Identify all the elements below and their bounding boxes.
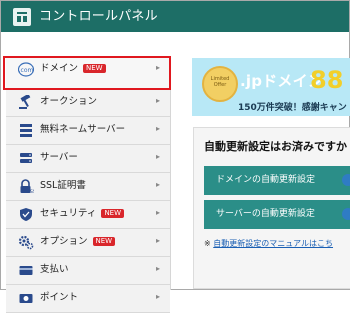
chevron-right-icon: ▸ (155, 124, 160, 133)
selection-highlight (3, 56, 171, 90)
server-auto-renew-button[interactable]: サーバーの自動更新設定 (204, 200, 350, 229)
sidebar-item-options[interactable]: オプション NEW ▸ (6, 229, 170, 257)
plus-icon (342, 208, 350, 220)
chevron-right-icon: ▸ (155, 96, 160, 105)
card-icon (19, 266, 33, 275)
auto-renew-panel: 自動更新設定はお済みですか ドメインの自動更新設定 サーバーの自動更新設定 ※ … (193, 127, 350, 289)
lock-icon: SSL (20, 179, 34, 194)
chevron-right-icon: ▸ (155, 236, 160, 245)
new-badge: NEW (92, 237, 116, 246)
control-panel-icon (13, 8, 31, 26)
gavel-icon (19, 95, 31, 109)
page-title: コントロールパネル (39, 9, 158, 24)
plus-icon (342, 174, 350, 186)
server-stack-icon (20, 124, 32, 137)
sidebar-item-free-nameserver[interactable]: 無料ネームサーバー ▸ (6, 117, 170, 145)
svg-text:SSL: SSL (30, 189, 34, 194)
chevron-right-icon: ▸ (155, 292, 160, 301)
points-icon (19, 294, 33, 303)
sidebar-item-payment[interactable]: 支払い ▸ (6, 257, 170, 285)
manual-link[interactable]: 自動更新設定のマニュアルはこち (213, 239, 333, 248)
server-icon (20, 153, 32, 163)
banner-subtitle: 150万件突破！感謝キャン (238, 103, 347, 113)
panel-title: 自動更新設定はお済みですか (204, 140, 347, 153)
sidebar-item-label: SSL証明書 (40, 180, 86, 191)
sidebar-item-label: セキュリティ NEW (40, 207, 125, 221)
shield-icon (20, 208, 32, 221)
sidebar-item-points[interactable]: ポイント ▸ (6, 285, 170, 313)
chevron-right-icon: ▸ (155, 208, 160, 217)
sidebar-item-ssl[interactable]: SSL SSL証明書 ▸ (6, 173, 170, 201)
sidebar-item-label: オプション NEW (40, 235, 116, 249)
badge-text: Limited Offer (210, 76, 230, 88)
sidebar: .com ドメイン NEW ▸ オークション ▸ 無料ネームサーバー ▸ サーバ… (6, 56, 171, 313)
gear-icon (18, 235, 34, 250)
sidebar-item-label: 無料ネームサーバー (40, 124, 126, 135)
sidebar-item-security[interactable]: セキュリティ NEW ▸ (6, 201, 170, 229)
manual-note: ※ 自動更新設定のマニュアルはこち (204, 238, 333, 249)
sidebar-item-server[interactable]: サーバー ▸ (6, 145, 170, 173)
chevron-right-icon: ▸ (155, 180, 160, 189)
banner-price: 88 (310, 66, 344, 94)
button-label: ドメインの自動更新設定 (216, 175, 316, 185)
promo-banner[interactable]: Limited Offer .jpドメイン 88 150万件突破！感謝キャン (192, 58, 350, 116)
domain-auto-renew-button[interactable]: ドメインの自動更新設定 (204, 166, 350, 195)
sidebar-item-label: 支払い (40, 264, 69, 275)
chevron-right-icon: ▸ (155, 152, 160, 161)
chevron-right-icon: ▸ (155, 264, 160, 273)
sidebar-item-label: サーバー (40, 152, 78, 163)
note-prefix: ※ (204, 239, 214, 248)
app-header: コントロールパネル (1, 1, 349, 32)
sidebar-item-label: ポイント (40, 292, 79, 303)
new-badge: NEW (101, 209, 125, 218)
sidebar-item-auction[interactable]: オークション ▸ (6, 89, 170, 117)
sidebar-item-label: オークション (40, 96, 98, 107)
limited-offer-badge: Limited Offer (202, 66, 238, 102)
button-label: サーバーの自動更新設定 (216, 209, 315, 219)
